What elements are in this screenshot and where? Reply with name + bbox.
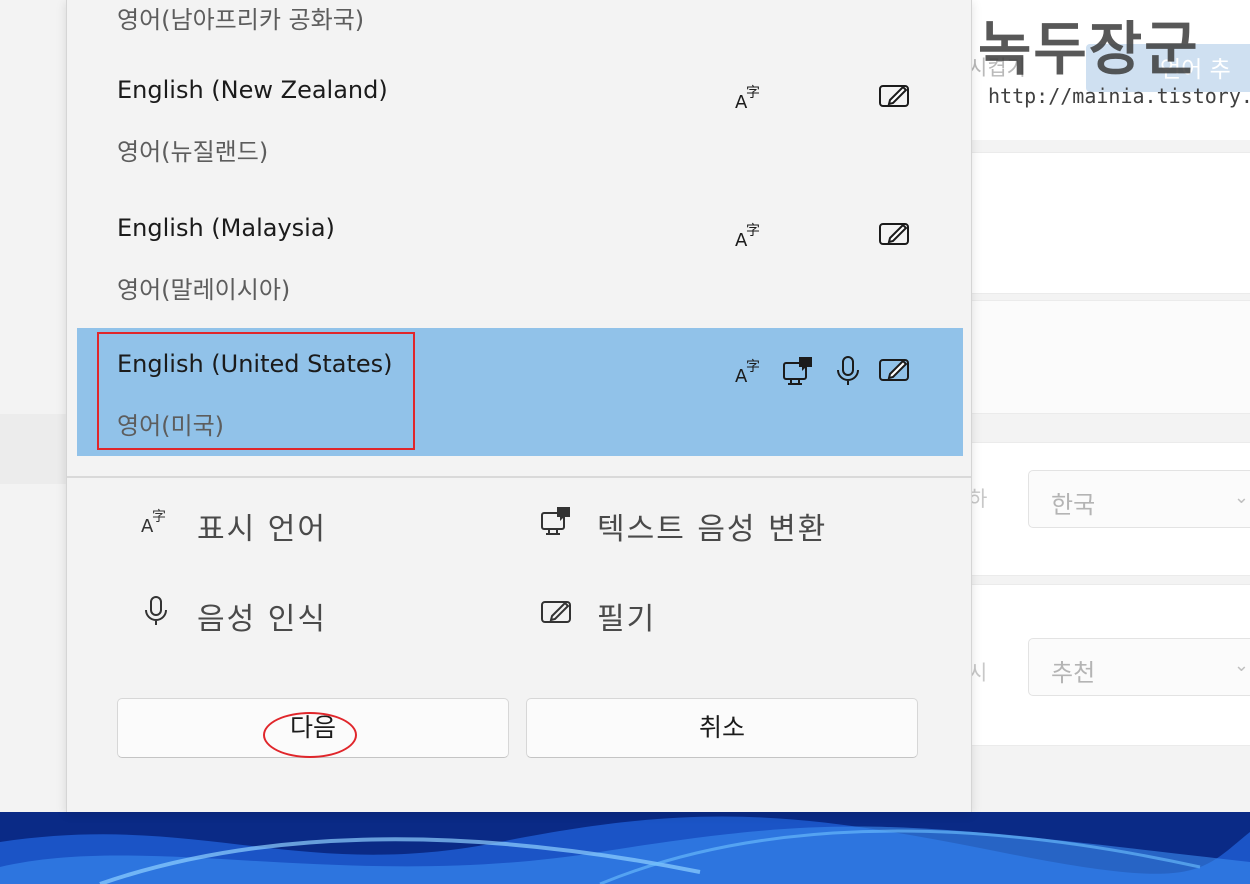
language-item-new-zealand[interactable]: English (New Zealand) 영어(뉴질랜드) A字 [77,64,963,192]
language-english-name: English (Malaysia) [117,214,335,242]
handwriting-icon [539,594,573,628]
chevron-down-icon: ⌄ [1233,487,1249,508]
legend-speech-recognition: 음성 인식 [139,592,459,637]
legend-display-language: A字 표시 언어 [139,502,459,547]
svg-text:字: 字 [746,223,760,239]
format-select-value: 추천 [1051,659,1096,687]
chevron-down-icon: ⌄ [1233,655,1249,676]
cancel-button[interactable]: 취소 [526,698,918,758]
language-item-south-africa[interactable]: 영어(남아프리카 공화국) [77,0,963,54]
legend-label: 텍스트 음성 변환 [597,512,828,547]
annotation-highlight-box [97,332,415,450]
format-select[interactable]: 추천 ⌄ [1028,638,1250,696]
language-item-malaysia[interactable]: English (Malaysia) 영어(말레이시아) A字 [77,200,963,328]
legend-label: 필기 [597,602,657,637]
desktop-wallpaper [0,812,1250,884]
legend-handwriting: 필기 [539,592,859,637]
watermark-url: http://mainia.tistory.com [988,84,1250,108]
svg-text:字: 字 [152,509,166,525]
settings-card [966,152,1250,294]
language-native-name: 영어(뉴질랜드) [117,138,269,166]
language-native-name: 영어(말레이시아) [117,276,291,304]
region-select-value: 한국 [1051,491,1096,519]
handwriting-icon [877,216,911,250]
speech-recognition-icon [139,594,173,628]
language-english-name: English (New Zealand) [117,76,388,104]
legend-text-to-speech: 텍스트 음성 변환 [539,502,939,547]
handwriting-icon [877,78,911,112]
watermark-title: 녹두장군 [978,15,1200,83]
text-to-speech-icon [539,504,573,538]
display-language-icon: A字 [139,504,173,538]
settings-row-stripe [0,414,70,484]
legend-label: 음성 인식 [197,602,327,637]
text-to-speech-icon [781,354,815,388]
divider [67,476,971,478]
wallpaper-swirl [0,812,1250,884]
language-native-name: 영어(남아프리카 공화국) [117,6,365,34]
display-language-icon: A字 [733,218,767,252]
handwriting-icon [877,352,911,386]
legend-label: 표시 언어 [197,512,327,547]
display-language-icon: A字 [733,354,767,388]
svg-text:字: 字 [746,85,760,101]
annotation-circle [263,712,357,758]
settings-card [966,300,1250,414]
region-select[interactable]: 한국 ⌄ [1028,470,1250,528]
speech-recognition-icon [831,354,865,388]
display-language-icon: A字 [733,80,767,114]
svg-text:字: 字 [746,359,760,375]
